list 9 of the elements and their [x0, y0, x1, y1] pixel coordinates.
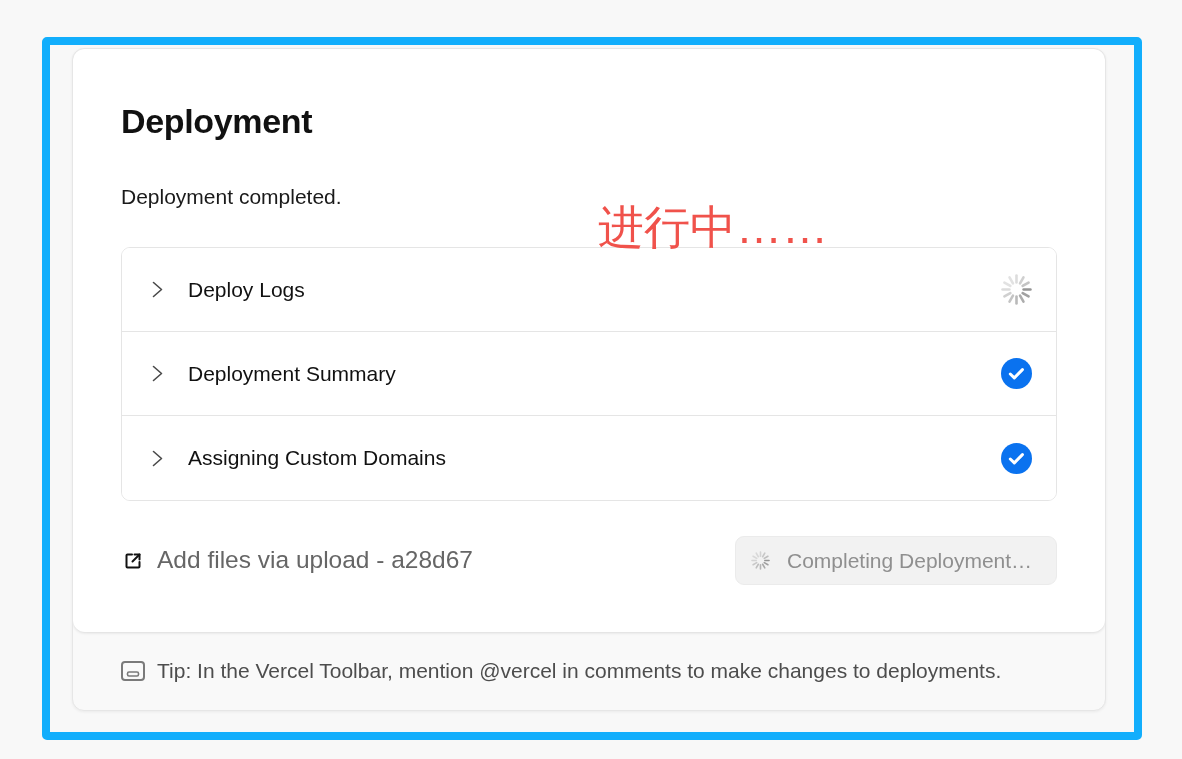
spinner-icon [751, 551, 770, 570]
external-link-icon [125, 552, 141, 569]
accordion-row[interactable]: Deploy Logs [122, 248, 1056, 332]
status-message: Deployment completed. [121, 184, 343, 210]
annotation-text: 进行中…… [598, 203, 828, 251]
toolbar-icon [121, 661, 145, 681]
commit-link[interactable]: Add files via upload - a28d67 [125, 542, 473, 579]
tip-text: Tip: In the Vercel Toolbar, mention @vercel in comments to make changes to deployments. [157, 658, 1002, 685]
card-title: Deployment [121, 101, 314, 141]
